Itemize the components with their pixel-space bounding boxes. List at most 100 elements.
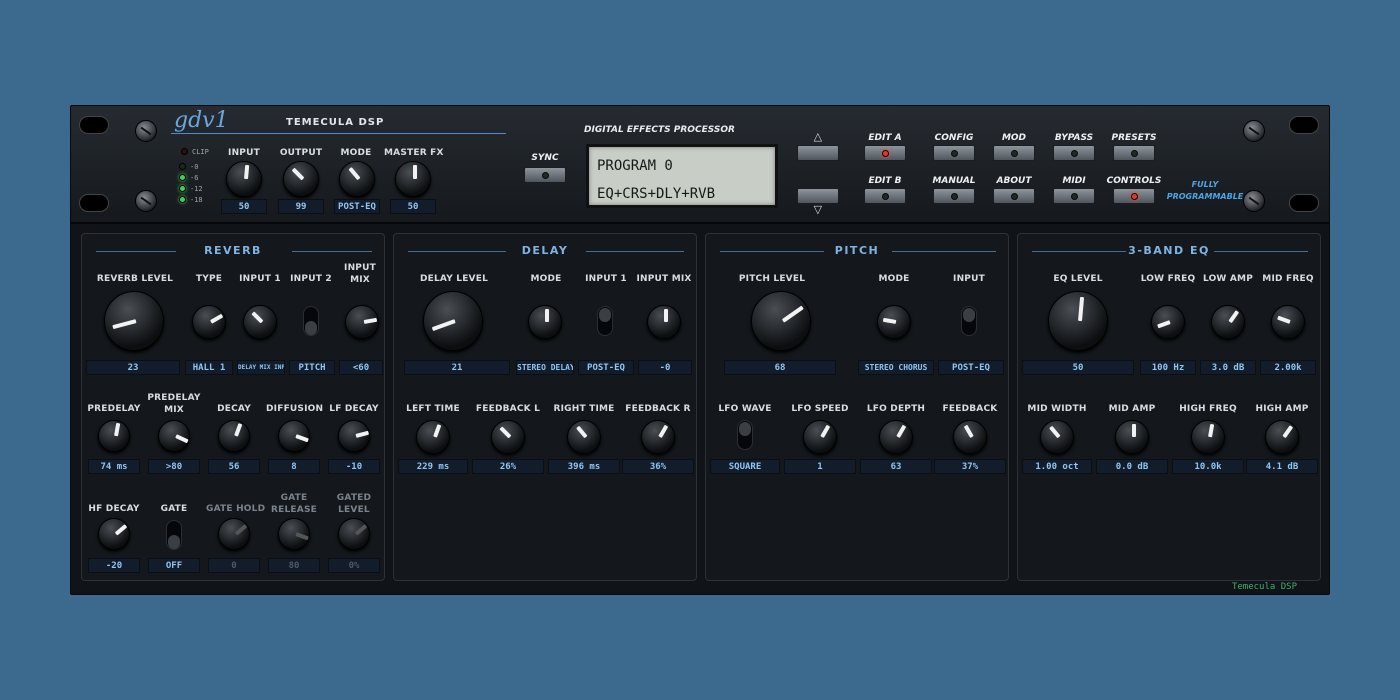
hf-decay-label: HF DECAY: [88, 504, 140, 514]
edit-a-button[interactable]: [864, 145, 906, 161]
input2-toggle[interactable]: [303, 306, 319, 336]
device-subtitle: DIGITAL EFFECTS PROCESSOR: [584, 125, 735, 135]
edit-b-button[interactable]: [864, 188, 906, 204]
gate-release-knob[interactable]: [278, 518, 310, 550]
predelay-label: PREDELAY: [87, 404, 141, 414]
pitch-input-value: POST-EQ: [938, 360, 1004, 375]
meter-led: [179, 196, 186, 203]
pitch-mode-knob[interactable]: [877, 305, 911, 339]
eq-level-knob[interactable]: [1048, 291, 1108, 351]
feedback-r-knob[interactable]: [641, 420, 675, 454]
low-amp-knob[interactable]: [1211, 305, 1245, 339]
predelay-mix-label: PREDELAY MIX: [147, 393, 201, 415]
delay-mode-knob[interactable]: [528, 305, 562, 339]
pitch-feedback-label: FEEDBACK: [942, 404, 998, 414]
decay-value: 56: [208, 459, 260, 474]
high-freq-knob[interactable]: [1191, 420, 1225, 454]
gated-level-value: 0%: [328, 558, 380, 573]
left-time-knob[interactable]: [416, 420, 450, 454]
feedback-l-knob[interactable]: [491, 420, 525, 454]
feedback-l-label: FEEDBACK L: [475, 404, 541, 414]
low-freq-knob[interactable]: [1151, 305, 1185, 339]
diffusion-knob[interactable]: [278, 420, 310, 452]
reverb-level-value: 23: [86, 360, 180, 375]
edit-a-label: EDIT A: [868, 133, 902, 143]
pitch-input-toggle[interactable]: [961, 306, 977, 336]
left-time-label: LEFT TIME: [406, 404, 460, 414]
eq-panel: 3-BAND EQ EQ LEVEL 50 LOW FREQ 100 Hz LO…: [1017, 233, 1321, 581]
eq-level-label: EQ LEVEL: [1053, 274, 1103, 284]
output-knob-label: OUTPUT: [279, 148, 323, 158]
gate-label: GATE: [160, 504, 188, 514]
mode-knob[interactable]: [339, 161, 375, 197]
lfo-depth-knob[interactable]: [879, 420, 913, 454]
rack-ear-hole: [79, 116, 109, 134]
delay-title: DELAY: [521, 244, 569, 257]
predelay-mix-knob[interactable]: [158, 420, 190, 452]
manual-button[interactable]: [933, 188, 975, 204]
meter-label: -18: [190, 196, 203, 204]
lfo-wave-toggle[interactable]: [737, 420, 753, 450]
predelay-knob[interactable]: [98, 420, 130, 452]
predelay-mix-value: >80: [148, 459, 200, 474]
decay-knob[interactable]: [218, 420, 250, 452]
feedback-l-value: 26%: [472, 459, 544, 474]
master-fx-knob[interactable]: [395, 161, 431, 197]
pitch-feedback-knob[interactable]: [953, 420, 987, 454]
mod-button[interactable]: [993, 145, 1035, 161]
midi-button[interactable]: [1053, 188, 1095, 204]
bypass-button[interactable]: [1053, 145, 1095, 161]
clip-led: [181, 148, 188, 155]
reverb-panel: REVERB REVERB LEVEL 23 TYPE HALL 1 INPUT…: [81, 233, 385, 581]
input-knob[interactable]: [226, 161, 262, 197]
type-label: TYPE: [195, 274, 223, 284]
input-knob-label: INPUT: [228, 148, 260, 158]
delay-input-mix-knob[interactable]: [647, 305, 681, 339]
brand-underline: [171, 133, 506, 134]
delay-input1-toggle[interactable]: [597, 306, 613, 336]
clip-label: CLIP: [192, 148, 209, 156]
program-down-button[interactable]: [797, 188, 839, 204]
mid-width-knob[interactable]: [1040, 420, 1074, 454]
input-mix-knob[interactable]: [345, 305, 379, 339]
gate-hold-knob[interactable]: [218, 518, 250, 550]
decay-label: DECAY: [217, 404, 251, 414]
delay-input-mix-value: -0: [638, 360, 692, 375]
hf-decay-knob[interactable]: [98, 518, 130, 550]
lfo-speed-knob[interactable]: [803, 420, 837, 454]
mid-width-value: 1.00 oct: [1022, 459, 1092, 474]
meter-label: -0: [190, 163, 199, 171]
presets-label: PRESETS: [1111, 133, 1157, 143]
pitch-level-knob[interactable]: [751, 291, 811, 351]
mid-amp-knob[interactable]: [1115, 420, 1149, 454]
sync-button[interactable]: [524, 167, 566, 183]
diffusion-label: DIFFUSION: [266, 404, 324, 414]
delay-level-knob[interactable]: [423, 291, 483, 351]
pitch-level-label: PITCH LEVEL: [738, 274, 806, 284]
rack-screw-icon: [135, 190, 157, 212]
low-amp-label: LOW AMP: [1202, 274, 1254, 284]
reverb-level-knob[interactable]: [104, 291, 164, 351]
eq-title: 3-BAND EQ: [1128, 244, 1210, 257]
config-button[interactable]: [933, 145, 975, 161]
input1-knob[interactable]: [243, 305, 277, 339]
mid-amp-label: MID AMP: [1108, 404, 1156, 414]
reverb-level-label: REVERB LEVEL: [96, 274, 174, 284]
delay-panel: DELAY DELAY LEVEL 21 MODE STEREO DELAY I…: [393, 233, 697, 581]
lfo-depth-label: LFO DEPTH: [866, 404, 926, 414]
controls-button[interactable]: [1113, 188, 1155, 204]
mid-freq-knob[interactable]: [1271, 305, 1305, 339]
right-time-knob[interactable]: [567, 420, 601, 454]
gate-toggle[interactable]: [166, 520, 182, 550]
output-knob[interactable]: [283, 161, 319, 197]
high-amp-knob[interactable]: [1265, 420, 1299, 454]
meter-label: -12: [190, 185, 203, 193]
brand-name: TEMECULA DSP: [286, 117, 385, 128]
lf-decay-knob[interactable]: [338, 420, 370, 452]
gated-level-knob[interactable]: [338, 518, 370, 550]
about-button[interactable]: [993, 188, 1035, 204]
program-up-button[interactable]: [797, 145, 839, 161]
presets-button[interactable]: [1113, 145, 1155, 161]
header-panel: gdv1 TEMECULA DSP CLIP -0 -6 -12 -18 INP…: [71, 106, 1329, 224]
type-knob[interactable]: [192, 305, 226, 339]
